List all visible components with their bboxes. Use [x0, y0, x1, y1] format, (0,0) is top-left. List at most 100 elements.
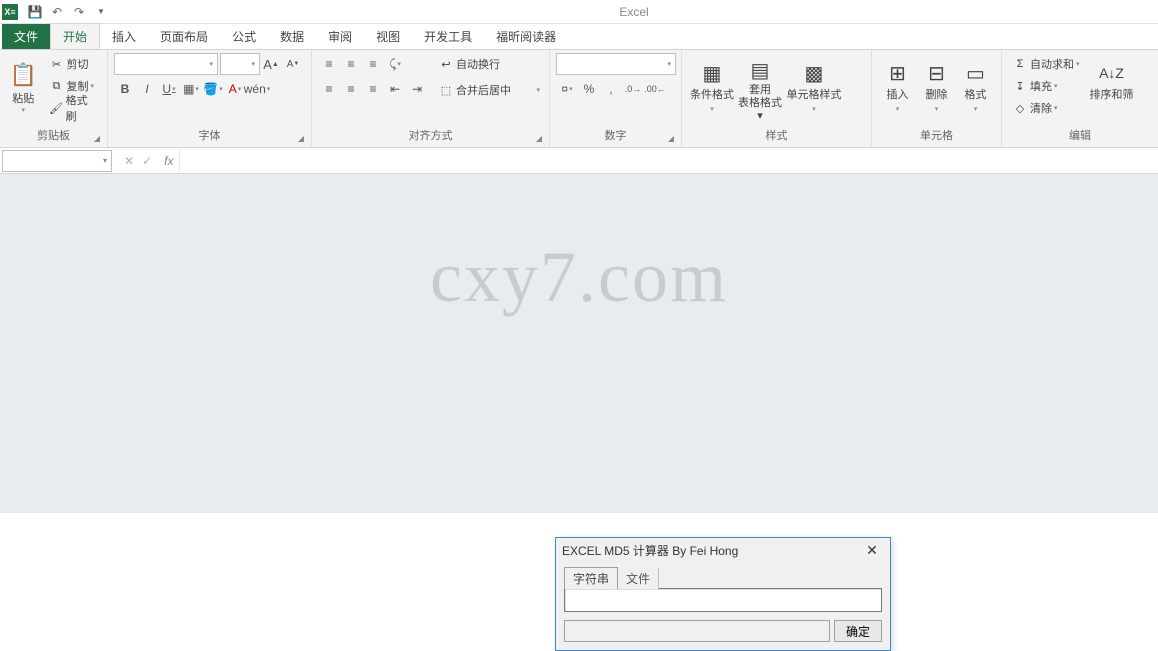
excel-app-icon: X≡	[2, 4, 18, 20]
tab-view[interactable]: 视图	[364, 24, 412, 49]
clipboard-launcher-icon[interactable]: ◢	[91, 133, 103, 145]
align-left-button[interactable]: ≡	[318, 78, 340, 100]
fill-color-button[interactable]: 🪣	[202, 78, 224, 100]
fill-button[interactable]: ↧填充▾	[1008, 75, 1084, 97]
painter-icon: 🖌	[48, 102, 63, 115]
formula-input[interactable]	[179, 150, 1158, 172]
qat-undo-icon[interactable]: ↶	[46, 3, 68, 21]
italic-button[interactable]: I	[136, 78, 158, 100]
name-box-dropdown-icon[interactable]: ▾	[103, 156, 107, 165]
md5-dialog: EXCEL MD5 计算器 By Fei Hong ✕ 字符串 文件 确定	[555, 537, 891, 651]
cond-format-icon: ▦	[703, 57, 722, 89]
font-launcher-icon[interactable]: ◢	[295, 133, 307, 145]
number-group-label: 数字	[605, 130, 627, 142]
font-size-combo[interactable]: ▾	[220, 53, 260, 75]
cell-styles-button[interactable]: ▩单元格样式▾	[784, 53, 844, 123]
merge-center-button[interactable]: ⬚合并后居中▾	[434, 79, 544, 101]
ribbon-tabs: 文件 开始 插入 页面布局 公式 数据 审阅 视图 开发工具 福昕阅读器	[0, 24, 1158, 50]
table-label: 套用表格格式▾	[736, 84, 784, 123]
sum-icon: Σ	[1012, 58, 1028, 70]
align-bottom-button[interactable]: ≡	[362, 53, 384, 75]
title-bar: X≡ 💾 ↶ ↷ ▼ Excel	[0, 0, 1158, 24]
percent-button[interactable]: %	[578, 78, 600, 100]
format-painter-button[interactable]: 🖌格式刷	[44, 97, 101, 119]
font-color-button[interactable]: A	[224, 78, 246, 100]
wrap-text-button[interactable]: ↩自动换行	[434, 53, 544, 75]
increase-indent-button[interactable]: ⇥	[406, 78, 428, 100]
name-box[interactable]: ▾	[2, 150, 112, 172]
align-top-button[interactable]: ≡	[318, 53, 340, 75]
wrap-icon: ↩	[438, 58, 454, 71]
tab-file[interactable]: 文件	[2, 24, 50, 49]
cancel-formula-icon[interactable]: ✕	[124, 154, 134, 168]
decrease-decimal-button[interactable]: .00←	[644, 78, 666, 100]
delete-cells-button[interactable]: ⊟删除▾	[917, 53, 956, 123]
worksheet-area: cxy7.com EXCEL MD5 计算器 By Fei Hong ✕ 字符串…	[0, 174, 1158, 513]
paste-button[interactable]: 📋 粘贴 ▾	[6, 53, 40, 123]
align-group-label: 对齐方式	[409, 130, 453, 142]
tab-formulas[interactable]: 公式	[220, 24, 268, 49]
align-right-button[interactable]: ≡	[362, 78, 384, 100]
comma-button[interactable]: ,	[600, 78, 622, 100]
insert-cells-button[interactable]: ⊞插入▾	[878, 53, 917, 123]
tab-layout[interactable]: 页面布局	[148, 24, 220, 49]
format-cells-button[interactable]: ▭格式▾	[956, 53, 995, 123]
tab-developer[interactable]: 开发工具	[412, 24, 484, 49]
grow-font-button[interactable]: A▲	[260, 53, 282, 75]
dialog-ok-button[interactable]: 确定	[834, 620, 882, 642]
tab-data[interactable]: 数据	[268, 24, 316, 49]
ribbon: 📋 粘贴 ▾ ✂剪切 ⧉复制▾ 🖌格式刷 剪贴板◢ ▾ ▾ A▲ A▼ B I	[0, 50, 1158, 148]
tab-home[interactable]: 开始	[50, 23, 100, 49]
insert-label: 插入	[887, 89, 909, 101]
dialog-string-input[interactable]	[564, 588, 882, 612]
accounting-format-button[interactable]: ¤	[556, 78, 578, 100]
tab-review[interactable]: 审阅	[316, 24, 364, 49]
align-launcher-icon[interactable]: ◢	[533, 133, 545, 145]
align-middle-button[interactable]: ≡	[340, 53, 362, 75]
format-as-table-button[interactable]: ▤套用表格格式▾	[736, 53, 784, 123]
bold-button[interactable]: B	[114, 78, 136, 100]
number-format-combo[interactable]: ▾	[556, 53, 676, 75]
group-font: ▾ ▾ A▲ A▼ B I U ▦ 🪣 A wén 字体 ◢	[108, 50, 312, 147]
paste-dropdown-icon: ▾	[21, 106, 25, 114]
cut-icon: ✂	[48, 58, 64, 71]
qat-save-icon[interactable]: 💾	[24, 3, 46, 21]
dialog-tab-file[interactable]: 文件	[618, 568, 659, 589]
increase-decimal-button[interactable]: .0→	[622, 78, 644, 100]
dialog-tab-string[interactable]: 字符串	[564, 567, 618, 589]
fill-color-icon: 🪣	[203, 82, 218, 96]
cut-label: 剪切	[66, 56, 88, 72]
dialog-titlebar[interactable]: EXCEL MD5 计算器 By Fei Hong ✕	[556, 538, 890, 562]
cut-button[interactable]: ✂剪切	[44, 53, 101, 75]
autosum-button[interactable]: Σ自动求和▾	[1008, 53, 1084, 75]
orientation-button[interactable]: ⤹	[384, 53, 406, 75]
underline-button[interactable]: U	[158, 78, 180, 100]
wrap-label: 自动换行	[456, 56, 500, 72]
font-name-combo[interactable]: ▾	[114, 53, 218, 75]
dialog-result-display	[564, 620, 830, 642]
sort-filter-button[interactable]: A↓Z排序和筛	[1088, 53, 1136, 123]
sum-label: 自动求和	[1030, 56, 1074, 72]
number-launcher-icon[interactable]: ◢	[665, 133, 677, 145]
fill-icon: ↧	[1012, 80, 1028, 93]
border-button[interactable]: ▦	[180, 78, 202, 100]
watermark-text: cxy7.com	[430, 236, 728, 319]
decrease-indent-button[interactable]: ⇤	[384, 78, 406, 100]
clear-button[interactable]: ◇清除▾	[1008, 97, 1084, 119]
align-center-button[interactable]: ≡	[340, 78, 362, 100]
tab-insert[interactable]: 插入	[100, 24, 148, 49]
paste-label: 粘贴	[12, 90, 34, 106]
fx-icon[interactable]: fx	[164, 154, 173, 168]
app-title: Excel	[112, 5, 1156, 19]
dialog-close-button[interactable]: ✕	[860, 540, 884, 560]
qat-redo-icon[interactable]: ↷	[68, 3, 90, 21]
enter-formula-icon[interactable]: ✓	[142, 154, 152, 168]
shrink-font-button[interactable]: A▼	[282, 53, 304, 75]
font-group-label: 字体	[199, 130, 221, 142]
qat-customize-icon[interactable]: ▼	[90, 3, 112, 21]
phonetic-button[interactable]: wén	[246, 78, 268, 100]
formula-bar: ▾ ✕ ✓ fx	[0, 148, 1158, 174]
conditional-formatting-button[interactable]: ▦条件格式▾	[688, 53, 736, 123]
clear-icon: ◇	[1012, 102, 1028, 115]
tab-foxit[interactable]: 福昕阅读器	[484, 24, 568, 49]
